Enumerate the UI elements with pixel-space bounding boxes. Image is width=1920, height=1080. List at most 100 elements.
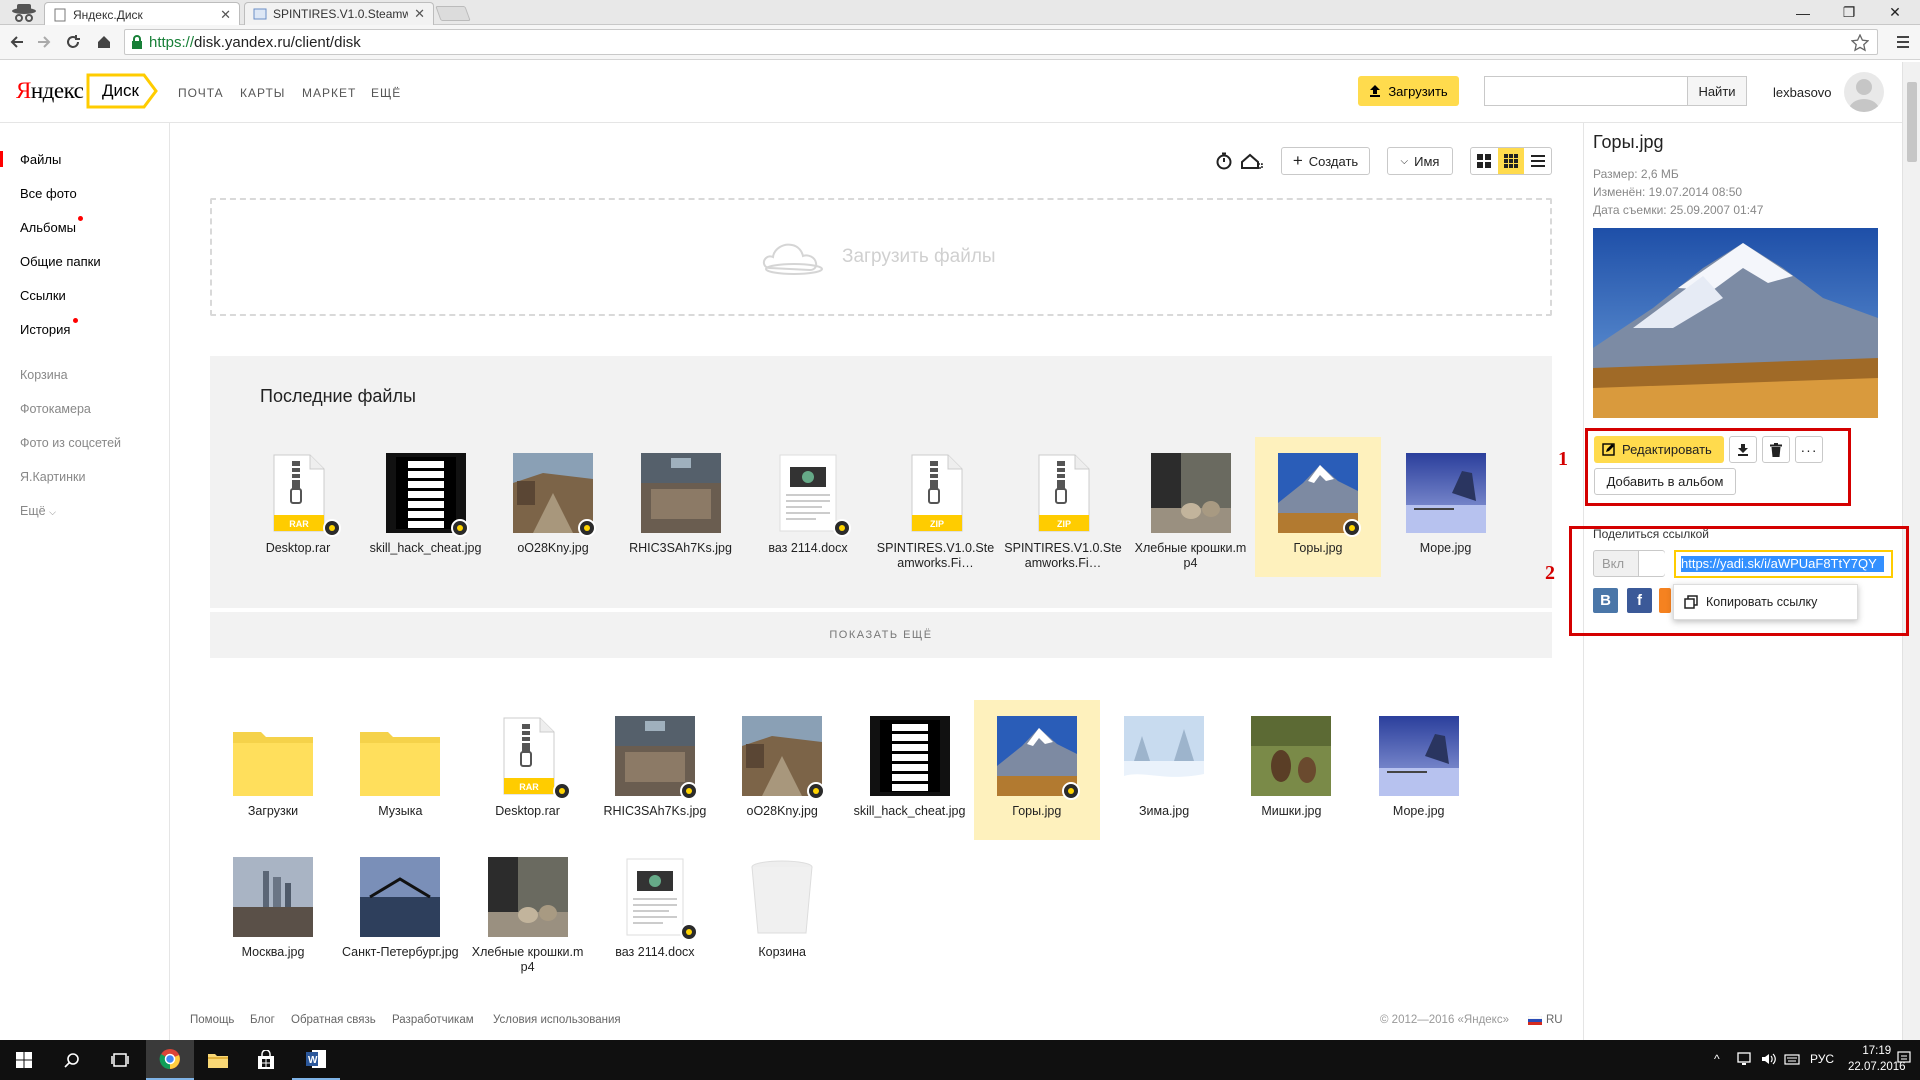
footer-terms-link[interactable]: Условия использования [493, 1014, 621, 1026]
file-tile[interactable]: Санкт-Петербург.jpg [337, 841, 463, 981]
list-view-icon[interactable] [1524, 148, 1551, 174]
search-input[interactable] [1484, 76, 1687, 106]
share-link-input[interactable]: https://yadi.sk/i/aWPUaF8TtY7QY [1674, 550, 1893, 578]
input-language[interactable]: РУС [1810, 1052, 1834, 1066]
chrome-taskbar-icon[interactable] [146, 1040, 194, 1080]
odnoklassniki-share-icon[interactable] [1659, 588, 1671, 613]
large-tiles-icon[interactable] [1471, 148, 1498, 174]
toggle-knob[interactable] [1638, 551, 1665, 576]
tray-chevron-up-icon[interactable]: ^ [1714, 1052, 1720, 1066]
create-button[interactable]: + Создать [1281, 147, 1370, 175]
disk-logo[interactable]: Диск [86, 73, 158, 109]
avatar[interactable] [1844, 72, 1884, 112]
home-icon[interactable] [93, 31, 115, 53]
file-tile[interactable]: Море.jpg [1356, 700, 1482, 840]
restore-icon[interactable]: ❐ [1826, 0, 1872, 25]
sidebar-item-ya-images[interactable]: Я.Картинки [20, 470, 85, 484]
nav-maps[interactable]: КАРТЫ [240, 86, 285, 100]
file-tile[interactable]: RAR Desktop.rar [235, 437, 361, 577]
footer-help-link[interactable]: Помощь [190, 1014, 234, 1026]
sort-button[interactable]: ⌵ Имя [1387, 147, 1453, 175]
task-view-icon[interactable] [96, 1040, 144, 1080]
reload-icon[interactable] [62, 31, 84, 53]
back-icon[interactable] [6, 31, 28, 53]
file-tile[interactable]: Море.jpg [1383, 437, 1509, 577]
keyboard-icon[interactable] [1784, 1051, 1800, 1070]
store-icon[interactable] [242, 1040, 290, 1080]
panel-preview-image[interactable] [1593, 228, 1878, 418]
search-icon[interactable] [48, 1040, 96, 1080]
timer-icon[interactable] [1210, 147, 1238, 175]
browser-menu-icon[interactable] [1894, 31, 1912, 53]
sidebar-item-files[interactable]: Файлы [20, 152, 61, 167]
select-area-icon[interactable] [1238, 147, 1266, 175]
footer-blog-link[interactable]: Блог [250, 1014, 275, 1026]
upload-button[interactable]: Загрузить [1358, 76, 1459, 106]
sidebar-item-history[interactable]: История [20, 322, 70, 337]
file-tile[interactable]: skill_hack_cheat.jpg [847, 700, 973, 840]
nav-mail[interactable]: ПОЧТА [178, 86, 224, 100]
network-icon[interactable] [1736, 1051, 1752, 1070]
small-tiles-icon[interactable] [1497, 148, 1525, 174]
show-more-button[interactable]: ПОКАЗАТЬ ЕЩЁ [210, 612, 1552, 658]
share-link-label: Поделиться ссылкой [1593, 527, 1709, 541]
file-tile[interactable]: ZIP SPINTIRES.V1.0.Steamworks.Fi… [873, 437, 999, 577]
bookmark-star-icon[interactable] [1851, 34, 1869, 52]
upload-dropzone[interactable]: Загрузить файлы [210, 198, 1552, 316]
sidebar-item-all-photos[interactable]: Все фото [20, 186, 77, 201]
windows-start-icon[interactable] [0, 1040, 48, 1080]
new-tab-button[interactable] [435, 6, 471, 21]
sidebar-item-camera[interactable]: Фотокамера [20, 402, 91, 416]
footer-developers-link[interactable]: Разработчикам [392, 1014, 474, 1026]
file-tile[interactable]: Горы.jpg [973, 700, 1100, 840]
file-tile[interactable]: oO28Kny.jpg [719, 700, 845, 840]
footer-feedback-link[interactable]: Обратная связь [291, 1014, 376, 1026]
close-tab-icon[interactable]: ✕ [220, 7, 231, 23]
copy-link-popup[interactable]: Копировать ссылку [1673, 584, 1858, 620]
close-tab-icon[interactable]: ✕ [414, 6, 425, 22]
yandex-logo[interactable]: Яндекс [16, 78, 84, 104]
file-tile[interactable]: Хлебные крошки.mp4 [1128, 437, 1254, 577]
sidebar-item-social-photos[interactable]: Фото из соцсетей [20, 436, 121, 450]
file-tile[interactable]: Музыка [337, 700, 463, 840]
file-tile[interactable]: RAR Desktop.rar [465, 700, 591, 840]
file-tile[interactable]: oO28Kny.jpg [490, 437, 616, 577]
vk-share-icon[interactable]: B [1593, 588, 1618, 613]
file-tile[interactable]: Корзина [719, 841, 845, 981]
file-tile[interactable]: Москва.jpg [210, 841, 336, 981]
sidebar-item-links[interactable]: Ссылки [20, 288, 66, 303]
nav-market[interactable]: МАРКЕТ [302, 86, 356, 100]
notifications-icon[interactable] [1896, 1050, 1912, 1069]
file-tile[interactable]: Загрузки [210, 700, 336, 840]
sidebar-item-albums[interactable]: Альбомы [20, 220, 76, 235]
search-button[interactable]: Найти [1687, 76, 1747, 106]
word-taskbar-icon[interactable]: W [292, 1040, 340, 1080]
file-tile[interactable]: Мишки.jpg [1228, 700, 1354, 840]
file-tile[interactable]: RHIC3SAh7Ks.jpg [592, 700, 718, 840]
nav-more[interactable]: ЕЩЁ [371, 86, 401, 100]
username[interactable]: lexbasovo [1773, 85, 1832, 100]
forward-icon[interactable] [33, 31, 55, 53]
tab-spintires[interactable]: SPINTIRES.V1.0.Steamwor ✕ [244, 2, 434, 25]
file-tile[interactable]: ваз 2114.docx [745, 437, 871, 577]
tab-yandex-disk[interactable]: Яндекс.Диск ✕ [44, 2, 240, 26]
volume-icon[interactable] [1760, 1051, 1776, 1070]
file-tile[interactable]: skill_hack_cheat.jpg [363, 437, 489, 577]
file-tile[interactable]: Зима.jpg [1101, 700, 1227, 840]
footer-language[interactable]: RU [1528, 1014, 1563, 1026]
sidebar-item-shared-folders[interactable]: Общие папки [20, 254, 101, 269]
file-explorer-icon[interactable] [194, 1040, 242, 1080]
scrollbar-thumb[interactable] [1907, 82, 1917, 162]
facebook-share-icon[interactable]: f [1627, 588, 1652, 613]
file-tile[interactable]: ваз 2114.docx [592, 841, 718, 981]
sidebar-item-more[interactable]: Ещё ⌵ [20, 504, 56, 518]
file-tile[interactable]: Хлебные крошки.mp4 [465, 841, 591, 981]
file-tile[interactable]: Горы.jpg [1255, 437, 1381, 577]
file-tile[interactable]: ZIP SPINTIRES.V1.0.Steamworks.Fi… [1000, 437, 1126, 577]
close-window-icon[interactable]: ✕ [1872, 0, 1918, 25]
file-tile[interactable]: RHIC3SAh7Ks.jpg [618, 437, 744, 577]
minimize-icon[interactable]: — [1780, 0, 1826, 25]
share-link-toggle[interactable]: Вкл [1593, 550, 1665, 577]
sidebar-item-trash[interactable]: Корзина [20, 368, 68, 382]
address-bar[interactable]: https://disk.yandex.ru/client/disk [124, 29, 1878, 55]
